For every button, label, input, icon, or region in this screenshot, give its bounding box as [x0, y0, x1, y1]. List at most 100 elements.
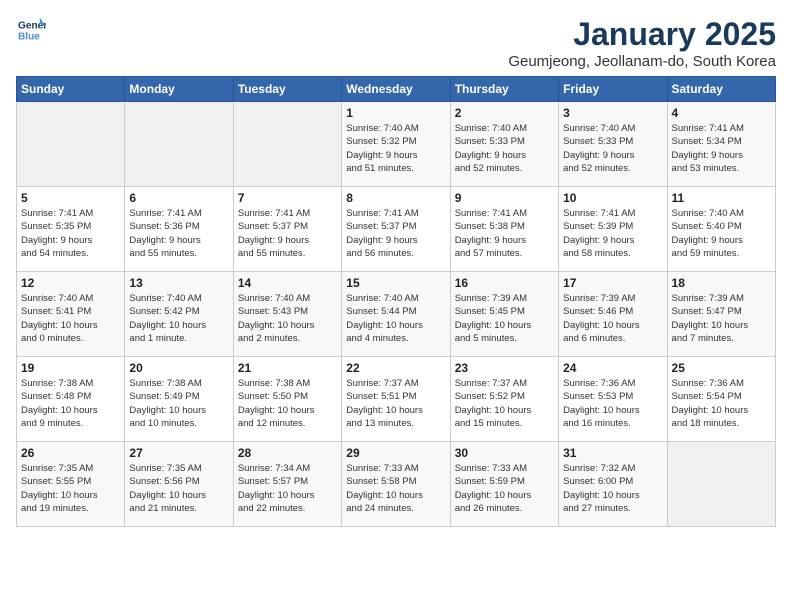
day-info: Sunrise: 7:40 AM Sunset: 5:33 PM Dayligh…: [455, 122, 554, 175]
day-number: 10: [563, 191, 662, 205]
calendar-cell: [17, 102, 125, 187]
col-tuesday: Tuesday: [233, 77, 341, 102]
day-info: Sunrise: 7:41 AM Sunset: 5:39 PM Dayligh…: [563, 207, 662, 260]
col-friday: Friday: [559, 77, 667, 102]
calendar-body: 1 Sunrise: 7:40 AM Sunset: 5:32 PM Daylig…: [17, 102, 776, 527]
day-info: Sunrise: 7:33 AM Sunset: 5:58 PM Dayligh…: [346, 462, 445, 515]
day-number: 21: [238, 361, 337, 375]
day-info: Sunrise: 7:38 AM Sunset: 5:48 PM Dayligh…: [21, 377, 120, 430]
calendar-cell: 14Sunrise: 7:40 AM Sunset: 5:43 PM Dayli…: [233, 272, 341, 357]
day-info: Sunrise: 7:39 AM Sunset: 5:45 PM Dayligh…: [455, 292, 554, 345]
calendar-cell: 6Sunrise: 7:41 AM Sunset: 5:36 PM Daylig…: [125, 187, 233, 272]
day-info: Sunrise: 7:38 AM Sunset: 5:49 PM Dayligh…: [129, 377, 228, 430]
day-info: Sunrise: 7:39 AM Sunset: 5:47 PM Dayligh…: [672, 292, 771, 345]
day-number: 31: [563, 446, 662, 460]
day-number: 11: [672, 191, 771, 205]
day-number: 17: [563, 276, 662, 290]
col-wednesday: Wednesday: [342, 77, 450, 102]
col-saturday: Saturday: [667, 77, 775, 102]
calendar-cell: 16 Sunrise: 7:39 AM Sunset: 5:45 PM Dayli…: [450, 272, 558, 357]
day-info: Sunrise: 7:34 AM Sunset: 5:57 PM Dayligh…: [238, 462, 337, 515]
day-info: Sunrise: 7:40 AM Sunset: 5:40 PM Dayligh…: [672, 207, 771, 260]
calendar-cell: 29 Sunrise: 7:33 AM Sunset: 5:58 PM Dayli…: [342, 442, 450, 527]
calendar-cell: [667, 442, 775, 527]
day-number: 5: [21, 191, 120, 205]
calendar-week-1: 5 Sunrise: 7:41 AM Sunset: 5:35 PM Daylig…: [17, 187, 776, 272]
calendar-table: Sunday Monday Tuesday Wednesday Thursday…: [16, 76, 776, 527]
day-number: 25: [672, 361, 771, 375]
calendar-title: January 2025: [508, 16, 776, 53]
col-monday: Monday: [125, 77, 233, 102]
calendar-cell: 7Sunrise: 7:41 AM Sunset: 5:37 PM Daylig…: [233, 187, 341, 272]
day-info: Sunrise: 7:40 AM Sunset: 5:43 PM Dayligh…: [238, 292, 337, 345]
calendar-cell: 3Sunrise: 7:40 AM Sunset: 5:33 PM Daylig…: [559, 102, 667, 187]
calendar-week-2: 12 Sunrise: 7:40 AM Sunset: 5:41 PM Dayli…: [17, 272, 776, 357]
day-info: Sunrise: 7:40 AM Sunset: 5:32 PM Dayligh…: [346, 122, 445, 175]
day-info: Sunrise: 7:35 AM Sunset: 5:56 PM Dayligh…: [129, 462, 228, 515]
day-info: Sunrise: 7:41 AM Sunset: 5:37 PM Dayligh…: [346, 207, 445, 260]
day-number: 9: [455, 191, 554, 205]
calendar-cell: 24 Sunrise: 7:36 AM Sunset: 5:53 PM Dayli…: [559, 357, 667, 442]
day-number: 12: [21, 276, 120, 290]
calendar-cell: 26Sunrise: 7:35 AM Sunset: 5:55 PM Dayli…: [17, 442, 125, 527]
day-info: Sunrise: 7:40 AM Sunset: 5:42 PM Dayligh…: [129, 292, 228, 345]
day-info: Sunrise: 7:37 AM Sunset: 5:51 PM Dayligh…: [346, 377, 445, 430]
calendar-cell: 4 Sunrise: 7:41 AM Sunset: 5:34 PM Daylig…: [667, 102, 775, 187]
calendar-cell: 22 Sunrise: 7:37 AM Sunset: 5:51 PM Dayli…: [342, 357, 450, 442]
calendar-subtitle: Geumjeong, Jeollanam-do, South Korea: [508, 53, 776, 70]
day-number: 23: [455, 361, 554, 375]
calendar-cell: 19 Sunrise: 7:38 AM Sunset: 5:48 PM Dayli…: [17, 357, 125, 442]
day-info: Sunrise: 7:40 AM Sunset: 5:33 PM Dayligh…: [563, 122, 662, 175]
calendar-cell: 5 Sunrise: 7:41 AM Sunset: 5:35 PM Daylig…: [17, 187, 125, 272]
calendar-week-0: 1 Sunrise: 7:40 AM Sunset: 5:32 PM Daylig…: [17, 102, 776, 187]
calendar-cell: [125, 102, 233, 187]
calendar-cell: 10 Sunrise: 7:41 AM Sunset: 5:39 PM Dayli…: [559, 187, 667, 272]
calendar-cell: 23 Sunrise: 7:37 AM Sunset: 5:52 PM Dayli…: [450, 357, 558, 442]
day-info: Sunrise: 7:36 AM Sunset: 5:54 PM Dayligh…: [672, 377, 771, 430]
day-info: Sunrise: 7:37 AM Sunset: 5:52 PM Dayligh…: [455, 377, 554, 430]
day-number: 28: [238, 446, 337, 460]
day-info: Sunrise: 7:41 AM Sunset: 5:34 PM Dayligh…: [672, 122, 771, 175]
logo: General Blue: [16, 16, 46, 49]
calendar-cell: 15 Sunrise: 7:40 AM Sunset: 5:44 PM Dayli…: [342, 272, 450, 357]
day-info: Sunrise: 7:41 AM Sunset: 5:38 PM Dayligh…: [455, 207, 554, 260]
day-info: Sunrise: 7:41 AM Sunset: 5:35 PM Dayligh…: [21, 207, 120, 260]
day-number: 26: [21, 446, 120, 460]
calendar-cell: 2 Sunrise: 7:40 AM Sunset: 5:33 PM Daylig…: [450, 102, 558, 187]
col-thursday: Thursday: [450, 77, 558, 102]
calendar-cell: 13Sunrise: 7:40 AM Sunset: 5:42 PM Dayli…: [125, 272, 233, 357]
calendar-cell: 25 Sunrise: 7:36 AM Sunset: 5:54 PM Dayli…: [667, 357, 775, 442]
day-info: Sunrise: 7:32 AM Sunset: 6:00 PM Dayligh…: [563, 462, 662, 515]
day-number: 7: [238, 191, 337, 205]
calendar-cell: 1 Sunrise: 7:40 AM Sunset: 5:32 PM Daylig…: [342, 102, 450, 187]
day-number: 22: [346, 361, 445, 375]
calendar-cell: 9 Sunrise: 7:41 AM Sunset: 5:38 PM Daylig…: [450, 187, 558, 272]
day-number: 24: [563, 361, 662, 375]
day-number: 1: [346, 106, 445, 120]
calendar-cell: 20 Sunrise: 7:38 AM Sunset: 5:49 PM Dayli…: [125, 357, 233, 442]
day-number: 8: [346, 191, 445, 205]
day-number: 19: [21, 361, 120, 375]
page-header: General Blue January 2025 Geumjeong, Jeo…: [16, 16, 776, 70]
day-number: 4: [672, 106, 771, 120]
day-number: 20: [129, 361, 228, 375]
calendar-cell: 18Sunrise: 7:39 AM Sunset: 5:47 PM Dayli…: [667, 272, 775, 357]
day-number: 15: [346, 276, 445, 290]
day-number: 27: [129, 446, 228, 460]
day-info: Sunrise: 7:39 AM Sunset: 5:46 PM Dayligh…: [563, 292, 662, 345]
svg-text:Blue: Blue: [18, 31, 40, 42]
day-number: 29: [346, 446, 445, 460]
day-info: Sunrise: 7:38 AM Sunset: 5:50 PM Dayligh…: [238, 377, 337, 430]
day-info: Sunrise: 7:40 AM Sunset: 5:41 PM Dayligh…: [21, 292, 120, 345]
calendar-cell: 28 Sunrise: 7:34 AM Sunset: 5:57 PM Dayli…: [233, 442, 341, 527]
day-number: 16: [455, 276, 554, 290]
calendar-cell: [233, 102, 341, 187]
calendar-cell: 31 Sunrise: 7:32 AM Sunset: 6:00 PM Dayli…: [559, 442, 667, 527]
calendar-cell: 12 Sunrise: 7:40 AM Sunset: 5:41 PM Dayli…: [17, 272, 125, 357]
col-sunday: Sunday: [17, 77, 125, 102]
day-info: Sunrise: 7:40 AM Sunset: 5:44 PM Dayligh…: [346, 292, 445, 345]
calendar-cell: 27 Sunrise: 7:35 AM Sunset: 5:56 PM Dayli…: [125, 442, 233, 527]
day-info: Sunrise: 7:36 AM Sunset: 5:53 PM Dayligh…: [563, 377, 662, 430]
day-number: 2: [455, 106, 554, 120]
logo-icon: General Blue: [18, 16, 46, 44]
